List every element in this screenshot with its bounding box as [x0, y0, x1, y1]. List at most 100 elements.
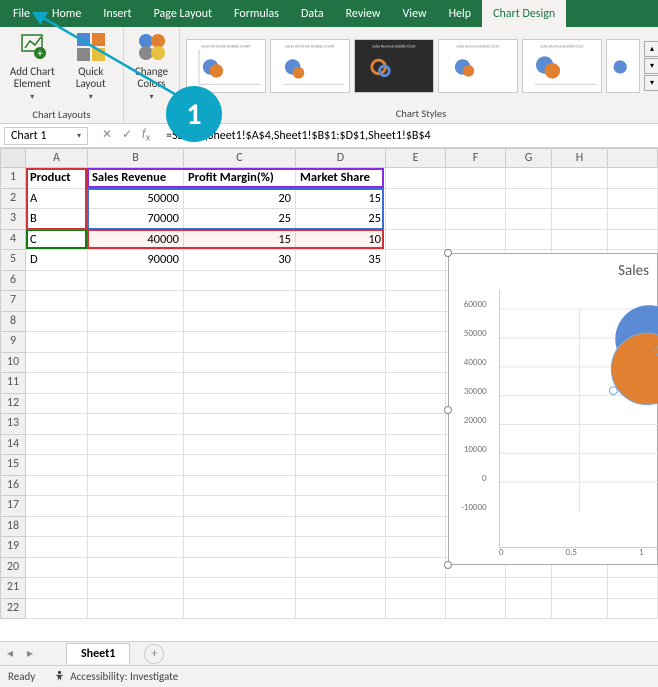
row-header[interactable]: 11 — [0, 373, 26, 394]
tab-insert[interactable]: Insert — [92, 0, 142, 27]
cell[interactable]: 35 — [296, 250, 386, 271]
cell[interactable] — [184, 394, 296, 415]
cell[interactable]: Sales Revenue — [88, 168, 184, 189]
chevron-down-icon[interactable]: ▾ — [77, 131, 81, 141]
row-header[interactable]: 5 — [0, 250, 26, 271]
cell[interactable] — [446, 230, 506, 251]
chart-style-thumb-6[interactable] — [606, 39, 640, 93]
cell[interactable]: A — [26, 189, 88, 210]
cell[interactable] — [184, 537, 296, 558]
cell[interactable] — [184, 558, 296, 579]
cell[interactable] — [552, 599, 608, 620]
cell[interactable] — [608, 189, 658, 210]
chart-handle[interactable] — [444, 406, 452, 414]
col-header-c[interactable]: C — [184, 148, 296, 168]
cell[interactable] — [88, 353, 184, 374]
cell[interactable] — [26, 496, 88, 517]
cell[interactable] — [184, 332, 296, 353]
cell[interactable] — [386, 209, 446, 230]
cell[interactable] — [26, 353, 88, 374]
row-header[interactable]: 2 — [0, 189, 26, 210]
tab-review[interactable]: Review — [335, 0, 392, 27]
cell[interactable] — [88, 455, 184, 476]
sheet-nav-next[interactable]: ▸ — [20, 646, 40, 661]
embedded-chart[interactable]: Sales 60000 50000 40000 30000 20000 1000… — [448, 253, 658, 565]
style-scroll-up[interactable]: ▴ — [644, 41, 658, 57]
chart-handle[interactable] — [444, 249, 452, 257]
tab-data[interactable]: Data — [290, 0, 335, 27]
row-header[interactable]: 8 — [0, 312, 26, 333]
cell[interactable] — [386, 435, 446, 456]
chart-style-thumb-5[interactable]: Sales Revenue Bubble Chart — [522, 39, 602, 93]
cell[interactable] — [26, 271, 88, 292]
change-colors-button[interactable]: Change Colors ▾ — [130, 31, 173, 102]
col-header-g[interactable]: G — [506, 148, 552, 168]
cell[interactable] — [184, 353, 296, 374]
tab-formulas[interactable]: Formulas — [223, 0, 290, 27]
row-header[interactable]: 1 — [0, 168, 26, 189]
row-header[interactable]: 13 — [0, 414, 26, 435]
cell[interactable]: C — [26, 230, 88, 251]
cell[interactable] — [552, 168, 608, 189]
cell[interactable] — [88, 414, 184, 435]
cell[interactable] — [26, 455, 88, 476]
cell[interactable] — [386, 517, 446, 538]
row-header[interactable]: 20 — [0, 558, 26, 579]
cell[interactable] — [296, 312, 386, 333]
cell[interactable] — [88, 599, 184, 620]
col-header-extra[interactable] — [608, 148, 658, 168]
cell[interactable]: 30 — [184, 250, 296, 271]
cell[interactable] — [608, 599, 658, 620]
cell[interactable] — [386, 189, 446, 210]
sheet-nav-prev[interactable]: ◂ — [0, 646, 20, 661]
cell[interactable] — [386, 291, 446, 312]
accept-formula-icon[interactable]: ✓ — [122, 127, 132, 143]
formula-input[interactable]: =SERIES(Sheet1!$A$4,Sheet1!$B$1:$D$1,She… — [160, 128, 658, 144]
cell[interactable] — [184, 517, 296, 538]
cell[interactable] — [88, 435, 184, 456]
cell[interactable]: B — [26, 209, 88, 230]
name-box[interactable]: Chart 1 ▾ — [4, 127, 88, 145]
cell[interactable] — [26, 312, 88, 333]
cell[interactable] — [296, 455, 386, 476]
cell[interactable] — [386, 332, 446, 353]
cell[interactable] — [26, 578, 88, 599]
chart-style-thumb-2[interactable]: SALES REVENUE BUBBLE CHART — [270, 39, 350, 93]
chart-style-thumb-1[interactable]: SALES REVENUE BUBBLE CHART — [186, 39, 266, 93]
cell[interactable] — [296, 599, 386, 620]
add-chart-element-button[interactable]: + Add Chart Element ▾ — [6, 31, 59, 102]
cell[interactable] — [296, 332, 386, 353]
cell[interactable]: 20 — [184, 189, 296, 210]
cell[interactable] — [296, 271, 386, 292]
row-header[interactable]: 22 — [0, 599, 26, 620]
col-header-d[interactable]: D — [296, 148, 386, 168]
cell[interactable] — [26, 332, 88, 353]
cell[interactable]: 50000 — [88, 189, 184, 210]
row-header[interactable]: 9 — [0, 332, 26, 353]
cell[interactable] — [184, 435, 296, 456]
cell[interactable] — [88, 312, 184, 333]
cell[interactable] — [184, 312, 296, 333]
row-header[interactable]: 15 — [0, 455, 26, 476]
cell[interactable] — [296, 353, 386, 374]
cell[interactable] — [446, 599, 506, 620]
cell[interactable] — [88, 578, 184, 599]
tab-view[interactable]: View — [392, 0, 438, 27]
cell[interactable]: 90000 — [88, 250, 184, 271]
cell[interactable] — [184, 476, 296, 497]
cell[interactable] — [88, 373, 184, 394]
row-header[interactable]: 17 — [0, 496, 26, 517]
cell[interactable] — [386, 599, 446, 620]
tab-help[interactable]: Help — [438, 0, 483, 27]
cell[interactable]: 25 — [296, 209, 386, 230]
cell[interactable] — [446, 168, 506, 189]
style-scroll-down[interactable]: ▾ — [644, 58, 658, 74]
col-header-h[interactable]: H — [552, 148, 608, 168]
cell[interactable] — [184, 373, 296, 394]
cell[interactable] — [296, 291, 386, 312]
fx-icon[interactable]: fx — [142, 127, 150, 143]
row-header[interactable]: 21 — [0, 578, 26, 599]
cell[interactable] — [296, 558, 386, 579]
cell[interactable] — [296, 373, 386, 394]
cell[interactable] — [26, 476, 88, 497]
